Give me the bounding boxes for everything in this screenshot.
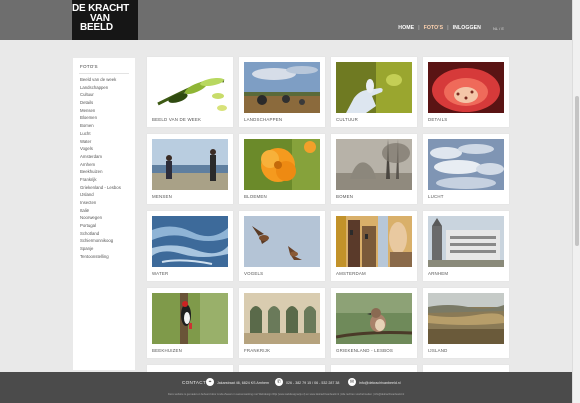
card-caption: DETAILS [428, 117, 448, 122]
category-sidebar: FOTO'S Beeld van de week Landschappen Cu… [73, 58, 135, 370]
nav-separator: | [418, 25, 420, 31]
sidebar-item-griekenland-lesbos[interactable]: Griekenland - Lesbos [73, 184, 135, 192]
sidebar-item-insecten[interactable]: Insecten [73, 199, 135, 207]
footer-phone: 026 - 382 79 15 / 06 - 532 287 38 [286, 381, 340, 385]
gallery-card-arnhem[interactable]: ARNHEM [423, 211, 509, 281]
gallery-card-bloemen[interactable]: BLOEMEN [239, 134, 325, 204]
gallery-card-frankrijk[interactable]: FRANKRIJK [239, 288, 325, 358]
main-nav: HOME | FOTO'S | INLOGGEN NL / E [398, 25, 504, 31]
sidebar-item-bloemen[interactable]: Bloemen [73, 114, 135, 122]
scrollbar-thumb[interactable] [575, 96, 579, 246]
nav-login-link[interactable]: INLOGGEN [453, 25, 481, 31]
sidebar-item-tentoonstelling[interactable]: Tentoonstelling [73, 253, 135, 261]
gallery-card-bomen[interactable]: BOMEN [331, 134, 417, 204]
sidebar-item-ijsland[interactable]: IJsland [73, 191, 135, 199]
sidebar-item-lucht[interactable]: Lucht [73, 130, 135, 138]
sidebar-item-cultuur[interactable]: Cultuur [73, 91, 135, 99]
gallery-card-vogels[interactable]: VOGELS [239, 211, 325, 281]
card-caption: LANDSCHAPPEN [244, 117, 283, 122]
hand-sculpture-icon[interactable] [336, 62, 412, 113]
card-caption: BEEKHUIZEN [152, 348, 183, 353]
gallery-card-mensen[interactable]: MENSEN [147, 134, 233, 204]
birds-of-prey-icon[interactable] [244, 216, 320, 267]
sidebar-item-spanje[interactable]: Spanje [73, 245, 135, 253]
cloister-arches-icon[interactable] [244, 293, 320, 344]
fern-leaf-icon[interactable] [152, 62, 228, 113]
orange-poppy-icon[interactable] [244, 139, 320, 190]
site-logo[interactable]: DE KRACHT VAN BEELD [72, 0, 138, 40]
gallery-card-details[interactable]: DETAILS [423, 57, 509, 127]
sidebar-item-details[interactable]: Details [73, 99, 135, 107]
gallery-card-beeld-van-de-week[interactable]: BEELD VAN DE WEEK [147, 57, 233, 127]
gallery-card-beekhuizen[interactable]: BEEKHUIZEN [147, 288, 233, 358]
phone-icon: ✆ [275, 378, 283, 386]
sidebar-list: Beeld van de week Landschappen Cultuur D… [73, 76, 135, 261]
footer-contact-label: CONTACT [182, 380, 206, 385]
gallery-card-lucht[interactable]: LUCHT [423, 134, 509, 204]
nav-photos-link[interactable]: FOTO'S [424, 25, 444, 31]
card-caption: ARNHEM [428, 271, 449, 276]
gallery-card-amsterdam[interactable]: AMSTERDAM [331, 211, 417, 281]
sidebar-item-beeld-van-de-week[interactable]: Beeld van de week [73, 76, 135, 84]
card-caption: LUCHT [428, 194, 444, 199]
sidebar-item-amsterdam[interactable]: Amsterdam [73, 153, 135, 161]
card-caption: BEELD VAN DE WEEK [152, 117, 202, 122]
card-caption: WATER [152, 271, 169, 276]
small-bird-icon[interactable] [336, 293, 412, 344]
logo-line-3: BEELD [80, 22, 113, 33]
arnhem-building-icon[interactable] [428, 216, 504, 267]
sidebar-item-water[interactable]: Water [73, 138, 135, 146]
card-caption: FRANKRIJK [244, 348, 271, 353]
iceland-landscape-icon[interactable] [428, 293, 504, 344]
footer-address: Jakarstraat 46, 6824 KS Arnhem [217, 381, 269, 385]
gallery-card-cultuur[interactable]: CULTUUR [331, 57, 417, 127]
card-caption: GRIEKENLAND - LESBOS [336, 348, 393, 353]
gallery-card-ijsland[interactable]: IJSLAND [423, 288, 509, 358]
email-icon: ✉ [348, 378, 356, 386]
hay-bales-landscape-icon[interactable] [244, 62, 320, 113]
sidebar-item-portugal[interactable]: Portugal [73, 222, 135, 230]
clouds-sky-icon[interactable] [428, 139, 504, 190]
sidebar-divider [79, 73, 129, 74]
nav-separator: | [447, 25, 449, 31]
sidebar-item-arnhem[interactable]: Arnhem [73, 161, 135, 169]
card-caption: BLOEMEN [244, 194, 267, 199]
misty-trees-icon[interactable] [336, 139, 412, 190]
red-flower-detail-icon[interactable] [428, 62, 504, 113]
sidebar-item-noorwegen[interactable]: Noorwegen [73, 214, 135, 222]
nav-home-link[interactable]: HOME [398, 25, 414, 31]
page-scrollbar[interactable] [572, 0, 580, 403]
card-caption: CULTUUR [336, 117, 359, 122]
card-caption: MENSEN [152, 194, 172, 199]
woodpecker-icon[interactable] [152, 293, 228, 344]
gallery-card-griekenland-lesbos[interactable]: GRIEKENLAND - LESBOS [331, 288, 417, 358]
sidebar-item-frankrijk[interactable]: Frankrijk [73, 176, 135, 184]
sidebar-item-vogels[interactable]: Vogels [73, 145, 135, 153]
sidebar-item-beekhuizen[interactable]: Beekhuizen [73, 168, 135, 176]
location-pin-icon: ⌖ [206, 378, 214, 386]
sidebar-item-bomen[interactable]: Bomen [73, 122, 135, 130]
footer-legal-text: Deze website is gemaakt en beheerd door … [167, 393, 405, 396]
card-caption: VOGELS [244, 271, 264, 276]
site-header: DE KRACHT VAN BEELD HOME | FOTO'S | INLO… [0, 0, 572, 40]
card-caption: BOMEN [336, 194, 354, 199]
sidebar-item-landschappen[interactable]: Landschappen [73, 84, 135, 92]
water-reflection-icon[interactable] [152, 216, 228, 267]
sidebar-title: FOTO'S [80, 64, 98, 69]
sidebar-item-italie[interactable]: Italië [73, 207, 135, 215]
card-caption: IJSLAND [428, 348, 448, 353]
gallery-card-water[interactable]: WATER [147, 211, 233, 281]
card-caption: AMSTERDAM [336, 271, 366, 276]
gallery-card-landschappen[interactable]: LANDSCHAPPEN [239, 57, 325, 127]
amsterdam-street-icon[interactable] [336, 216, 412, 267]
people-photographers-icon[interactable] [152, 139, 228, 190]
footer-email[interactable]: info@dekrachtvanbeeld.nl [359, 381, 401, 385]
sidebar-item-schotland[interactable]: Schotland [73, 230, 135, 238]
site-footer: CONTACT ⌖ Jakarstraat 46, 6824 KS Arnhem… [0, 372, 572, 403]
sidebar-item-mensen[interactable]: Mensen [73, 107, 135, 115]
language-switch[interactable]: NL / E [493, 26, 504, 31]
sidebar-item-schiermonnikoog[interactable]: Schiermonnikoog [73, 237, 135, 245]
